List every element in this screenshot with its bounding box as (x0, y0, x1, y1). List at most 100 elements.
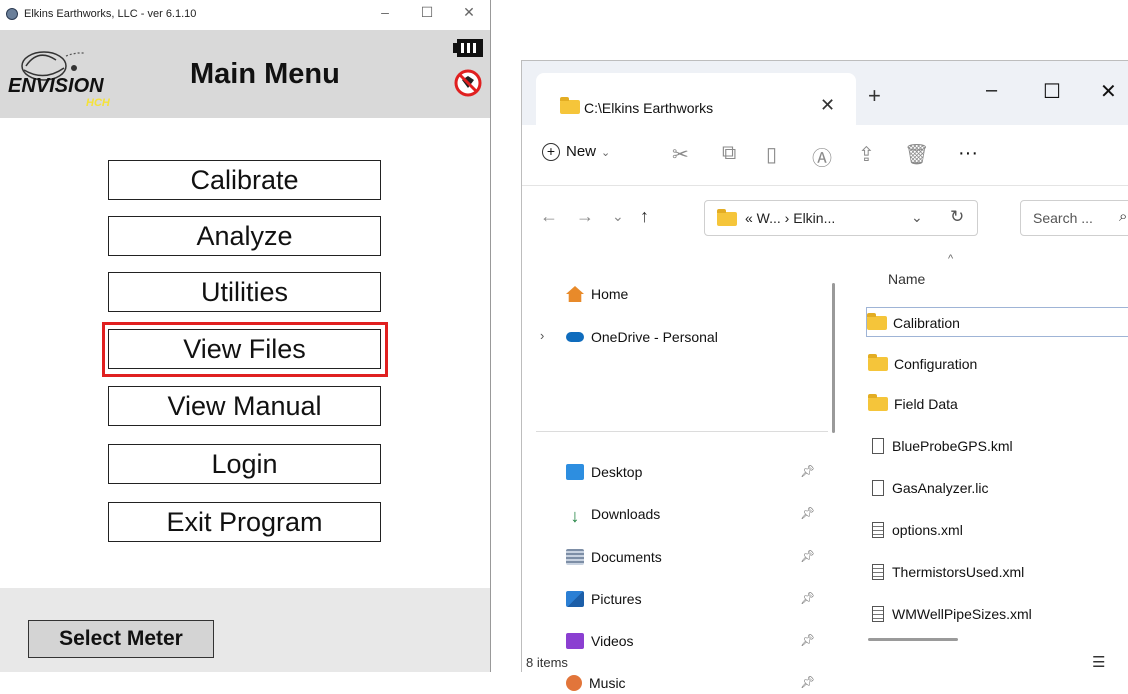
exit-program-button[interactable]: Exit Program (108, 502, 381, 542)
videos-icon (566, 633, 584, 649)
address-path: « W... › Elkin... (745, 210, 836, 226)
file-row-thermistorsused[interactable]: ThermistorsUsed.xml (868, 557, 1128, 587)
music-icon (566, 675, 582, 691)
nav-home-label: Home (591, 286, 629, 302)
file-row-options[interactable]: options.xml (868, 515, 1128, 545)
logo-text: ENVISION (8, 75, 104, 97)
search-input[interactable]: Search ... ⌕ (1020, 200, 1128, 236)
folder-row-configuration[interactable]: Configuration (868, 349, 1128, 379)
share-icon[interactable]: ⇪ (858, 142, 875, 167)
more-options-button[interactable]: ··· (958, 142, 978, 165)
search-placeholder: Search ... (1033, 210, 1093, 226)
folder-row-calibration[interactable]: Calibration (866, 307, 1128, 337)
expand-chevron-icon[interactable]: › (540, 328, 544, 343)
nav-scrollbar[interactable] (832, 283, 835, 433)
file-name: Configuration (894, 356, 978, 372)
nav-music-label: Music (589, 675, 626, 691)
new-button[interactable]: + New ⌄ (542, 143, 610, 161)
refresh-icon[interactable]: ↻ (950, 207, 964, 227)
utilities-button[interactable]: Utilities (108, 272, 381, 312)
app-header: ENVISION HCH Main Menu (0, 30, 490, 118)
forward-arrow-icon[interactable]: → (576, 206, 594, 227)
envision-logo: ENVISION HCH (8, 51, 111, 109)
tab-close-button[interactable]: ✕ (820, 95, 835, 116)
gps-off-icon (454, 69, 482, 97)
file-name: Calibration (893, 315, 960, 331)
text-file-icon (872, 522, 884, 538)
file-row-gasanalyzer[interactable]: GasAnalyzer.lic (868, 473, 1128, 503)
explorer-tabstrip: C:\Elkins Earthworks ✕ + – ☐ ✕ (522, 61, 1128, 125)
new-tab-button[interactable]: + (868, 83, 881, 109)
status-bar: 8 items ☰ (522, 651, 1128, 673)
explorer-toolbar: + New ⌄ ✂ ⧉ ▯ Ⓐ ⇪ 🗑︎ ··· (522, 125, 1128, 186)
pin-icon[interactable]: 📌︎ (800, 464, 815, 478)
explorer-tab[interactable]: C:\Elkins Earthworks ✕ (536, 73, 856, 125)
file-explorer-window: C:\Elkins Earthworks ✕ + – ☐ ✕ + New ⌄ ✂ ⧉… (521, 60, 1128, 691)
page-title: Main Menu (190, 58, 340, 90)
file-row-wmwellpipesizes[interactable]: WMWellPipeSizes.xml (868, 599, 1128, 629)
copy-icon[interactable]: ⧉ (722, 142, 736, 165)
calibrate-button[interactable]: Calibrate (108, 160, 381, 200)
view-manual-button[interactable]: View Manual (108, 386, 381, 426)
pin-icon[interactable]: 📌︎ (800, 506, 815, 520)
pin-icon[interactable]: 📌︎ (800, 591, 815, 605)
address-chevron-icon[interactable]: ⌄ (911, 209, 923, 226)
file-name: GasAnalyzer.lic (892, 480, 989, 496)
paste-icon[interactable]: ▯ (766, 142, 777, 167)
app-globe-icon (6, 8, 18, 20)
login-button[interactable]: Login (108, 444, 381, 484)
column-header-name[interactable]: Name (888, 271, 925, 287)
app-window-title: Elkins Earthworks, LLC - ver 6.1.10 (24, 8, 197, 20)
folder-row-field-data[interactable]: Field Data (868, 389, 1128, 419)
blank-file-icon (872, 480, 884, 496)
nav-divider (536, 431, 828, 432)
nav-documents-label: Documents (591, 549, 662, 565)
delete-icon[interactable]: 🗑︎ (904, 142, 929, 167)
analyze-button[interactable]: Analyze (108, 216, 381, 256)
nav-videos[interactable]: Videos (566, 630, 634, 652)
text-file-icon (872, 564, 884, 580)
folder-icon (867, 313, 887, 330)
pin-icon[interactable]: 📌︎ (800, 633, 815, 647)
app-maximize-button[interactable]: ☐ (412, 4, 442, 21)
file-name: ThermistorsUsed.xml (892, 564, 1025, 580)
explorer-maximize-button[interactable]: ☐ (1043, 79, 1061, 104)
address-box[interactable]: « W... › Elkin... ⌄ ↻ (704, 200, 978, 236)
select-meter-button[interactable]: Select Meter (28, 620, 214, 658)
app-close-button[interactable]: ✕ (454, 4, 484, 21)
file-row-blueprobegps[interactable]: BlueProbeGPS.kml (868, 431, 1128, 461)
view-files-button[interactable]: View Files (108, 329, 381, 369)
up-arrow-icon[interactable]: ↑ (640, 206, 649, 227)
nav-downloads-label: Downloads (591, 506, 661, 522)
explorer-close-button[interactable]: ✕ (1100, 79, 1117, 104)
cut-icon[interactable]: ✂ (672, 142, 689, 167)
rename-icon[interactable]: Ⓐ (812, 142, 832, 171)
explorer-minimize-button[interactable]: – (986, 79, 997, 102)
new-label: New (566, 143, 597, 160)
nav-downloads[interactable]: ↓ Downloads (566, 503, 661, 525)
details-view-icon[interactable]: ☰ (1092, 653, 1105, 671)
app-titlebar: Elkins Earthworks, LLC - ver 6.1.10 – ☐ … (0, 0, 490, 30)
nav-music[interactable]: Music (566, 672, 626, 694)
nav-desktop[interactable]: Desktop (566, 461, 642, 483)
app-minimize-button[interactable]: – (370, 4, 400, 20)
nav-pictures[interactable]: Pictures (566, 588, 642, 610)
blank-file-icon (872, 438, 884, 454)
navigation-pane: Home › OneDrive - Personal Desktop 📌︎ ↓ D… (522, 251, 834, 691)
search-icon: ⌕ (1119, 208, 1128, 225)
nav-onedrive[interactable]: OneDrive - Personal (566, 326, 718, 348)
recent-locations-chevron-icon[interactable]: ⌄ (612, 208, 624, 225)
nav-pictures-label: Pictures (591, 591, 642, 607)
pin-icon[interactable]: 📌︎ (800, 675, 815, 689)
horizontal-scrollbar[interactable] (868, 638, 958, 641)
file-list-pane: ^ Name Calibration Configuration Field D… (850, 251, 1128, 641)
back-arrow-icon[interactable]: ← (540, 206, 558, 227)
folder-icon (868, 394, 888, 411)
pin-icon[interactable]: 📌︎ (800, 549, 815, 563)
nav-documents[interactable]: Documents (566, 546, 662, 568)
nav-home[interactable]: Home (566, 283, 628, 305)
home-icon (566, 286, 584, 302)
nav-videos-label: Videos (591, 633, 634, 649)
cloud-icon (566, 332, 584, 342)
item-count: 8 items (526, 655, 568, 670)
